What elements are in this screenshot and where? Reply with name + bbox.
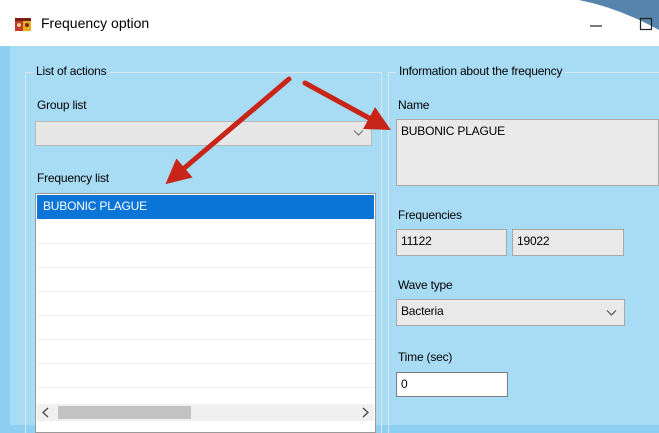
frequency-1-field[interactable]: 11122 (396, 229, 507, 256)
time-label: Time (sec) (398, 350, 453, 364)
group-list-dropdown[interactable] (35, 121, 372, 146)
list-item-empty (37, 267, 374, 292)
chevron-down-icon (353, 130, 364, 136)
scrollbar-thumb[interactable] (58, 406, 191, 419)
wave-type-value: Bacteria (401, 304, 444, 318)
list-item-empty (37, 243, 374, 268)
frequency-1-value: 11122 (401, 234, 432, 248)
group-list-label: Group list (37, 98, 87, 112)
time-value: 0 (401, 377, 408, 391)
list-item-empty (37, 219, 374, 244)
name-value: BUBONIC PLAGUE (401, 124, 505, 138)
frequencies-label: Frequencies (398, 208, 462, 222)
minimize-icon (590, 25, 602, 27)
list-of-actions-title: List of actions (33, 64, 110, 78)
frequency-info-title: Information about the frequency (396, 64, 566, 78)
title-bar: Frequency option (0, 0, 659, 46)
scroll-left-icon[interactable] (39, 406, 53, 419)
frequency-2-field[interactable]: 19022 (512, 229, 624, 256)
frequency-2-value: 19022 (517, 234, 550, 248)
list-item-label: BUBONIC PLAGUE (43, 199, 147, 213)
app-logo-icon (15, 18, 31, 31)
list-item-empty (37, 363, 374, 388)
horizontal-scrollbar[interactable] (37, 404, 374, 421)
list-item[interactable]: BUBONIC PLAGUE (37, 195, 374, 219)
time-input[interactable]: 0 (396, 372, 508, 397)
frequency-list-label: Frequency list (37, 171, 109, 185)
list-item-empty (37, 315, 374, 340)
name-field[interactable]: BUBONIC PLAGUE (396, 119, 659, 186)
list-item-empty (37, 291, 374, 316)
scroll-right-icon[interactable] (358, 406, 372, 419)
frequency-list[interactable]: BUBONIC PLAGUE (35, 193, 376, 433)
window-title: Frequency option (41, 15, 150, 31)
maximize-button[interactable] (634, 10, 658, 36)
list-item-empty (37, 339, 374, 364)
wave-type-label: Wave type (398, 278, 453, 292)
maximize-icon (639, 17, 653, 31)
name-label: Name (398, 98, 430, 112)
wave-type-dropdown[interactable]: Bacteria (396, 299, 625, 326)
minimize-button[interactable] (584, 10, 608, 36)
chevron-down-icon (606, 310, 617, 316)
